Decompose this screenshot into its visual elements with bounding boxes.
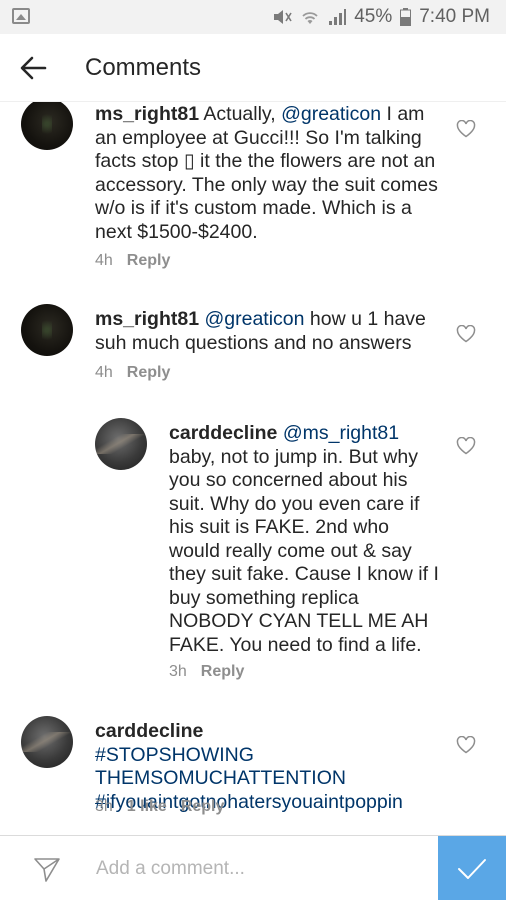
comment-username[interactable]: ms_right81 <box>95 308 199 330</box>
comment-username[interactable]: carddecline <box>95 720 203 742</box>
avatar[interactable] <box>21 304 73 356</box>
likes-count[interactable]: 1 like <box>127 798 167 816</box>
signal-icon <box>329 9 347 25</box>
comment-time: 4h <box>95 364 113 381</box>
comment-body: carddecline @ms_right81 baby, not to jum… <box>169 422 439 656</box>
comment-item: carddecline #STOPSHOWING THEMSOMUCHATTEN… <box>0 712 506 832</box>
comment-meta: 3h 1 like Reply <box>95 798 224 816</box>
battery-percent: 45% <box>354 6 393 27</box>
comment-item: ms_right81 @greaticon how u 1 have suh m… <box>0 302 506 402</box>
comment-input[interactable] <box>96 850 426 888</box>
comment-composer <box>0 835 506 900</box>
comment-body: ms_right81 Actually, @greaticon I am an … <box>95 103 438 243</box>
back-arrow-icon[interactable] <box>18 54 48 82</box>
comment-body: ms_right81 @greaticon how u 1 have suh m… <box>95 308 426 354</box>
reply-button[interactable]: Reply <box>127 364 171 382</box>
comment-meta: 4h Reply <box>95 252 170 270</box>
comment-meta: 3h Reply <box>169 663 244 681</box>
comment-username[interactable]: carddecline <box>169 422 277 444</box>
comment-username[interactable]: ms_right81 <box>95 103 199 125</box>
reply-button[interactable]: Reply <box>127 252 171 270</box>
comment-time: 3h <box>169 663 187 680</box>
status-indicators: 45% 7:40 PM <box>272 6 490 28</box>
comment-meta: 4h Reply <box>95 364 170 382</box>
heart-icon[interactable] <box>456 437 476 455</box>
mention-link[interactable]: @ms_right81 <box>283 422 399 444</box>
comment-time: 3h <box>95 798 113 815</box>
battery-icon <box>400 8 412 26</box>
avatar[interactable] <box>21 102 73 150</box>
checkmark-icon <box>458 858 486 879</box>
avatar[interactable] <box>95 418 147 470</box>
reply-comment-item: carddecline @ms_right81 baby, not to jum… <box>0 414 506 699</box>
mute-icon <box>274 10 292 24</box>
heart-icon[interactable] <box>456 736 476 754</box>
comments-list[interactable]: ms_right81 Actually, @greaticon I am an … <box>0 102 506 835</box>
direct-send-icon[interactable] <box>32 854 62 884</box>
mention-link[interactable]: @greaticon <box>204 308 304 330</box>
reply-button[interactable]: Reply <box>181 798 225 816</box>
comment-item: ms_right81 Actually, @greaticon I am an … <box>0 102 506 282</box>
clock: 7:40 PM <box>419 6 490 27</box>
post-comment-button[interactable] <box>438 836 506 900</box>
avatar[interactable] <box>21 716 73 768</box>
heart-icon[interactable] <box>456 120 476 138</box>
mention-link[interactable]: @greaticon <box>281 103 381 125</box>
reply-button[interactable]: Reply <box>201 663 245 681</box>
status-bar: 45% 7:40 PM <box>0 0 506 34</box>
hashtag-link[interactable]: #STOPSHOWING THEMSOMUCHATTENTION <box>95 744 365 791</box>
heart-icon[interactable] <box>456 325 476 343</box>
header: Comments <box>0 34 506 102</box>
gallery-notification-icon <box>12 8 30 24</box>
comment-time: 4h <box>95 252 113 269</box>
page-title: Comments <box>85 54 202 81</box>
wifi-icon <box>302 12 318 24</box>
